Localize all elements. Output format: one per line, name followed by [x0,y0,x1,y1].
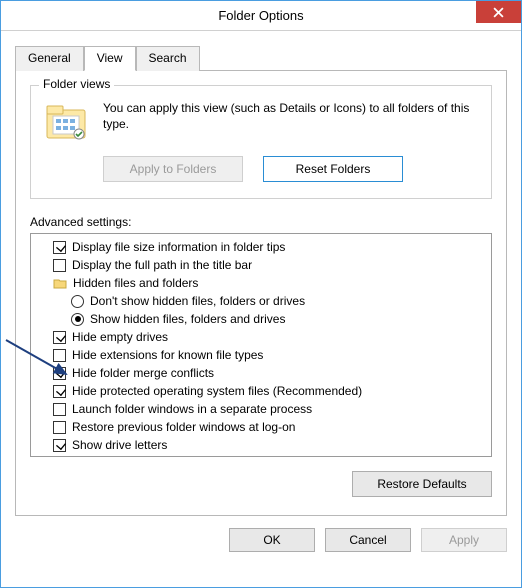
list-item-label: Show encrypted or compressed NTFS files … [72,456,349,457]
list-item[interactable]: Launch folder windows in a separate proc… [35,400,487,418]
list-item[interactable]: Hide protected operating system files (R… [35,382,487,400]
tab-panel-view: Folder views [15,71,507,516]
list-item[interactable]: Restore previous folder windows at log-o… [35,418,487,436]
list-item-label: Hide empty drives [72,330,168,344]
folder-views-description: You can apply this view (such as Details… [103,100,477,142]
folder-views-group: Folder views [30,85,492,199]
list-item-label: Display the full path in the title bar [72,258,252,272]
list-item-label: Show drive letters [72,438,167,452]
close-icon [493,7,504,18]
list-item-label: Show hidden files, folders and drives [90,312,285,326]
apply-button[interactable]: Apply [421,528,507,552]
folder-views-title: Folder views [39,77,114,91]
checkbox[interactable] [53,439,66,452]
list-item[interactable]: Show hidden files, folders and drives [35,310,487,328]
list-item[interactable]: Hidden files and folders [35,274,487,292]
list-item-label: Hide protected operating system files (R… [72,384,362,398]
advanced-settings-list[interactable]: Display file size information in folder … [30,233,492,457]
checkbox[interactable] [53,367,66,380]
checkbox[interactable] [53,259,66,272]
reset-folders-button[interactable]: Reset Folders [263,156,403,182]
radio[interactable] [71,295,84,308]
ok-button[interactable]: OK [229,528,315,552]
list-item[interactable]: Display the full path in the title bar [35,256,487,274]
tab-view[interactable]: View [84,46,136,71]
checkbox[interactable] [53,457,66,458]
list-item[interactable]: Show drive letters [35,436,487,454]
advanced-settings-label: Advanced settings: [30,215,492,229]
list-item-label: Don't show hidden files, folders or driv… [90,294,305,308]
apply-to-folders-button[interactable]: Apply to Folders [103,156,243,182]
tab-strip: General View Search [15,45,507,71]
titlebar: Folder Options [1,1,521,31]
folder-views-icon [45,102,89,142]
list-item[interactable]: Hide extensions for known file types [35,346,487,364]
list-item-label: Hide extensions for known file types [72,348,263,362]
list-item-label: Hidden files and folders [73,276,198,290]
list-item[interactable]: Hide folder merge conflicts [35,364,487,382]
radio[interactable] [71,313,84,326]
window-title: Folder Options [1,8,521,23]
list-item[interactable]: Don't show hidden files, folders or driv… [35,292,487,310]
restore-defaults-button[interactable]: Restore Defaults [352,471,492,497]
tab-search[interactable]: Search [136,46,200,71]
list-item[interactable]: Hide empty drives [35,328,487,346]
list-item-label: Launch folder windows in a separate proc… [72,402,312,416]
list-item-label: Display file size information in folder … [72,240,285,254]
dialog-button-row: OK Cancel Apply [1,516,521,566]
list-item[interactable]: Show encrypted or compressed NTFS files … [35,454,487,457]
checkbox[interactable] [53,421,66,434]
list-item[interactable]: Display file size information in folder … [35,238,487,256]
checkbox[interactable] [53,403,66,416]
checkbox[interactable] [53,241,66,254]
checkbox[interactable] [53,385,66,398]
checkbox[interactable] [53,349,66,362]
folder-icon [53,276,67,290]
cancel-button[interactable]: Cancel [325,528,411,552]
close-button[interactable] [476,1,521,23]
checkbox[interactable] [53,331,66,344]
list-item-label: Hide folder merge conflicts [72,366,214,380]
list-item-label: Restore previous folder windows at log-o… [72,420,295,434]
tab-general[interactable]: General [15,46,84,71]
